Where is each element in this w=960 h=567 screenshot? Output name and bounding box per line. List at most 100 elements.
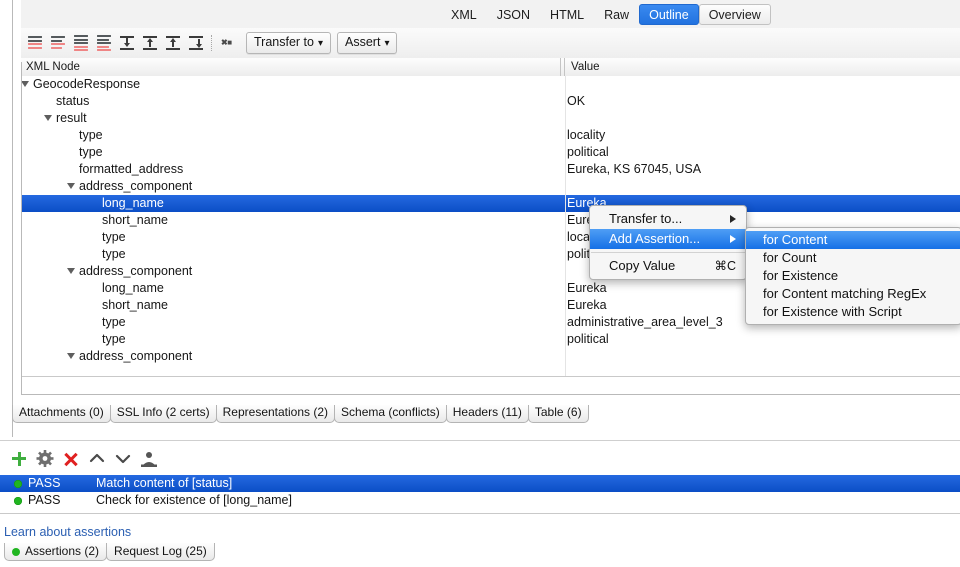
tab-html[interactable]: HTML — [540, 4, 594, 25]
assertions-toolbar — [8, 449, 164, 469]
chevron-down-icon[interactable] — [44, 115, 52, 121]
transfer-to-button[interactable]: Transfer to ▾ — [246, 32, 331, 54]
move-down-icon[interactable] — [112, 449, 134, 469]
configure-assertion-icon[interactable] — [34, 449, 56, 469]
move-down-icon[interactable] — [162, 32, 184, 54]
tree-row[interactable]: address_component — [21, 348, 960, 365]
menu-item-transfer-to[interactable]: Transfer to... — [590, 209, 746, 229]
move-last-icon[interactable] — [185, 32, 207, 54]
tab-outline[interactable]: Outline — [639, 4, 699, 25]
tree-node-value: political — [567, 144, 609, 161]
tree-node-label: type — [102, 229, 126, 246]
submenu-item-for-content[interactable]: for Content — [746, 231, 960, 249]
detail-tab-ssl-info-2-certs[interactable]: SSL Info (2 certs) — [110, 405, 217, 423]
tree-node-label: short_name — [102, 297, 168, 314]
tab-raw[interactable]: Raw — [594, 4, 639, 25]
column-header-node[interactable]: XML Node — [21, 58, 570, 76]
footer-tab-request-log-25[interactable]: Request Log (25) — [106, 543, 215, 561]
expand-selected-icon[interactable] — [93, 32, 115, 54]
tree-row[interactable]: typepolitical — [21, 144, 960, 161]
status-indicator-icon — [14, 497, 22, 505]
footer-tabs: Assertions (2) Request Log (25) — [4, 543, 214, 561]
tree-column-headers: XML Node Value — [21, 58, 960, 77]
tab-overview[interactable]: Overview — [699, 4, 771, 25]
tab-xml[interactable]: XML — [441, 4, 487, 25]
submenu-item-for-existence-with-script[interactable]: for Existence with Script — [746, 303, 960, 321]
tree-row[interactable]: long_nameEureka — [21, 195, 960, 212]
submenu-arrow-icon — [730, 235, 736, 243]
remove-assertion-icon[interactable] — [60, 449, 82, 469]
application-window: XMLJSONHTMLRawOutlineOverview — [0, 0, 960, 567]
add-assertion-submenu[interactable]: for Contentfor Countfor Existencefor Con… — [745, 227, 960, 325]
column-header-value[interactable]: Value — [566, 58, 960, 76]
move-up-icon[interactable] — [86, 449, 108, 469]
menu-item-add-assertion[interactable]: Add Assertion... — [590, 229, 746, 249]
detail-tab-headers-11[interactable]: Headers (11) — [446, 405, 529, 423]
collapse-selected-icon[interactable] — [47, 32, 69, 54]
tree-node-value: administrative_area_level_3 — [567, 314, 723, 331]
assertion-name: Check for existence of [long_name] — [96, 492, 292, 509]
tree-node-label: short_name — [102, 212, 168, 229]
chevron-down-icon[interactable] — [67, 353, 75, 359]
tree-row[interactable]: statusOK — [21, 93, 960, 110]
tree-row[interactable]: address_component — [21, 178, 960, 195]
tree-node-label: address_component — [79, 178, 192, 195]
outline-toolbar: ✖■ Transfer to ▾ Assert▾ — [21, 28, 960, 59]
assertions-panel: PASSMatch content of [status]PASSCheck f… — [0, 440, 960, 526]
menu-item-label: Add Assertion... — [609, 231, 700, 246]
response-detail-tabs: Attachments (0)SSL Info (2 certs)Represe… — [12, 405, 588, 423]
tree-row[interactable]: result — [21, 110, 960, 127]
menu-separator — [591, 252, 745, 253]
menu-item-copy-value[interactable]: Copy Value⌘C — [590, 256, 746, 276]
detail-tab-representations-2[interactable]: Representations (2) — [216, 405, 335, 423]
tree-node-label: address_component — [79, 348, 192, 365]
tree-row[interactable]: typepolitical — [21, 331, 960, 348]
assertion-row[interactable]: PASSMatch content of [status] — [0, 475, 960, 492]
tree-node-label: status — [56, 93, 89, 110]
assertion-row[interactable]: PASSCheck for existence of [long_name] — [0, 492, 960, 509]
submenu-item-for-existence[interactable]: for Existence — [746, 267, 960, 285]
status-indicator-icon — [12, 548, 20, 556]
outline-bottom-strip — [21, 376, 960, 399]
context-menu[interactable]: Transfer to... Add Assertion... Copy Value… — [589, 205, 747, 280]
tree-row[interactable]: formatted_addressEureka, KS 67045, USA — [21, 161, 960, 178]
tree-node-label: long_name — [102, 280, 164, 297]
move-first-icon[interactable] — [116, 32, 138, 54]
tab-json[interactable]: JSON — [487, 4, 540, 25]
add-assertion-icon[interactable] — [8, 449, 30, 469]
tree-node-label: type — [102, 314, 126, 331]
chevron-down-icon: ▾ — [318, 38, 323, 49]
assert-button[interactable]: Assert▾ — [337, 32, 397, 54]
expand-level-icon[interactable] — [70, 32, 92, 54]
transfer-to-label: Transfer to — [254, 35, 314, 49]
clear-selection-icon[interactable]: ✖■ — [218, 32, 240, 54]
tree-node-value: Eureka — [567, 280, 607, 297]
tree-node-value: political — [567, 331, 609, 348]
assertions-list[interactable]: PASSMatch content of [status]PASSCheck f… — [0, 475, 960, 513]
tree-row[interactable]: typelocality — [21, 127, 960, 144]
clone-assertion-icon[interactable] — [138, 449, 160, 469]
chevron-down-icon[interactable] — [67, 183, 75, 189]
move-up-icon[interactable] — [139, 32, 161, 54]
response-view-tabs: XMLJSONHTMLRawOutlineOverview — [441, 4, 771, 25]
menu-item-shortcut: ⌘C — [714, 256, 736, 276]
chevron-down-icon[interactable] — [67, 268, 75, 274]
collapse-all-icon[interactable] — [24, 32, 46, 54]
tree-node-label: result — [56, 110, 87, 127]
toolbar-separator — [211, 35, 213, 51]
chevron-down-icon[interactable] — [21, 81, 29, 87]
detail-tab-attachments-0[interactable]: Attachments (0) — [12, 405, 111, 423]
detail-tab-table-6[interactable]: Table (6) — [528, 405, 589, 423]
assertion-name: Match content of [status] — [96, 475, 232, 492]
tree-node-label: GeocodeResponse — [33, 76, 140, 93]
footer-tab-label: Request Log (25) — [114, 544, 207, 559]
tree-node-label: address_component — [79, 263, 192, 280]
submenu-item-for-count[interactable]: for Count — [746, 249, 960, 267]
submenu-item-for-content-matching-regex[interactable]: for Content matching RegEx — [746, 285, 960, 303]
detail-tab-schema-conflicts[interactable]: Schema (conflicts) — [334, 405, 447, 423]
footer-tab-assertions-2[interactable]: Assertions (2) — [4, 543, 107, 561]
tree-row[interactable]: GeocodeResponse — [21, 76, 960, 93]
learn-about-assertions-link[interactable]: Learn about assertions — [4, 525, 131, 539]
tree-node-label: type — [79, 127, 103, 144]
tree-node-label: formatted_address — [79, 161, 183, 178]
